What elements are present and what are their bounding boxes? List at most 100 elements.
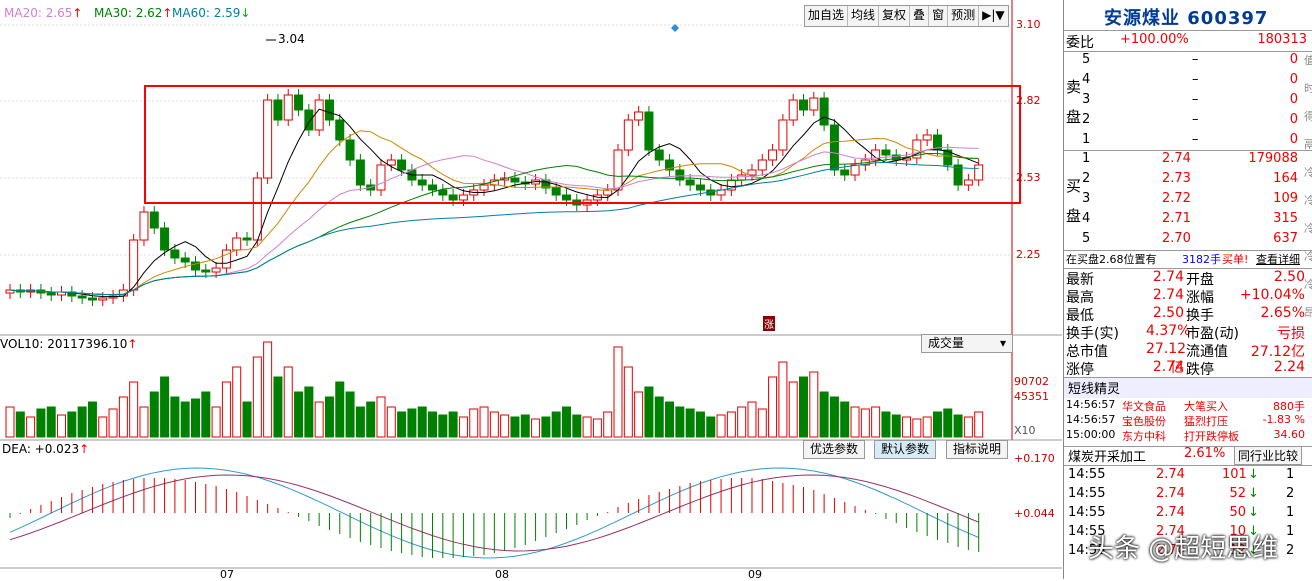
- volume-bar: [799, 376, 809, 438]
- candle-body: [510, 177, 520, 183]
- macd-tick: +0.044: [1014, 507, 1055, 520]
- volume-bar: [180, 401, 190, 438]
- volume-bar: [778, 361, 788, 438]
- volume-bar: [108, 408, 118, 438]
- candle-body: [335, 119, 345, 141]
- right-tab[interactable]: 时: [1304, 80, 1312, 96]
- candle-body: [397, 159, 407, 171]
- kline-chart-svg[interactable]: [0, 0, 1062, 579]
- candle-body: [170, 249, 180, 259]
- sell-level-row: 3–0: [1082, 92, 1298, 107]
- stat-row: 总市值 27.12亿 流通值 27.12亿: [1066, 341, 1305, 376]
- default-params-button[interactable]: 默认参数: [874, 440, 937, 459]
- volume-bar: [902, 416, 912, 438]
- stat-row: 换手(实) 4.37% 市盈(动) 亏损: [1066, 323, 1305, 342]
- x-tick: 07: [220, 568, 234, 581]
- peak-price-label: 3.04: [278, 32, 305, 46]
- volume-bar: [891, 414, 901, 438]
- right-tab[interactable]: 冷: [1304, 248, 1312, 264]
- volume-bar: [737, 406, 747, 438]
- volume-bar: [489, 411, 499, 438]
- right-tab[interactable]: 昂: [1304, 304, 1312, 320]
- buy-level-row: 3 2.72 109: [1082, 191, 1298, 206]
- sprite-row[interactable]: 15:00:00 东方中科 打开跌停板 34.60: [1064, 428, 1312, 448]
- right-tab[interactable]: 冷: [1304, 220, 1312, 236]
- add-watchlist-button[interactable]: 加自选: [805, 6, 849, 26]
- volume-bar: [695, 411, 705, 438]
- candle-body: [438, 189, 448, 196]
- overlay-button[interactable]: 叠: [910, 6, 930, 26]
- vol-tick: 45351: [1014, 390, 1049, 403]
- volume-bar: [819, 391, 829, 438]
- volume-bar: [613, 346, 623, 438]
- candle-body: [324, 99, 334, 121]
- sector-row: 煤炭开采加工 2.61% 同行业比较: [1064, 446, 1312, 466]
- volume-bar: [211, 406, 221, 438]
- quote-side-panel: 安源煤业 600397 委比 +100.00% 180313 卖盘 5–0 4–0…: [1063, 0, 1312, 579]
- more-menu-button[interactable]: ▶|▼: [979, 6, 1008, 26]
- volume-bar: [26, 416, 36, 438]
- volume-bar: [273, 376, 283, 438]
- volume-bar: [386, 406, 396, 438]
- volume-bar: [417, 406, 427, 438]
- candle-body: [551, 187, 561, 196]
- candle-body: [46, 292, 56, 296]
- x-tick: 09: [748, 568, 762, 581]
- macd-tick: +0.170: [1014, 452, 1055, 465]
- volume-bar: [458, 416, 468, 438]
- volume-bar: [438, 414, 448, 438]
- view-detail-link[interactable]: 查看详细: [1256, 251, 1300, 267]
- kline-chart-area[interactable]: MA20: 2.65↑ MA30: 2.62↑ MA60: 2.59↓ 加自选 …: [0, 0, 1062, 581]
- volume-dropdown[interactable]: 成交量 ▾: [921, 334, 1013, 353]
- right-tab[interactable]: 值: [1304, 52, 1312, 68]
- right-tab[interactable]: 鬲: [1304, 136, 1312, 152]
- candle-body: [242, 237, 252, 241]
- volume-bar: [932, 411, 942, 438]
- volume-bar: [634, 391, 644, 438]
- candle-body: [778, 119, 788, 151]
- stat-row: 最新 2.74 开盘 2.50: [1066, 269, 1305, 288]
- volume-bar: [5, 406, 15, 438]
- macd-legend: DEA: +0.023↑: [2, 442, 90, 456]
- volume-bar: [283, 366, 293, 438]
- down-arrow-icon: ↓: [1248, 467, 1259, 482]
- volume-bar: [46, 406, 56, 438]
- indicator-help-button[interactable]: 指标说明: [946, 440, 1009, 459]
- candle-body: [479, 184, 489, 191]
- volume-bar: [520, 414, 530, 438]
- volume-bar: [541, 416, 551, 438]
- right-tab[interactable]: 冷: [1304, 164, 1312, 180]
- volume-bar: [531, 418, 541, 438]
- watermark: 头条 @超短思维: [1088, 534, 1279, 564]
- volume-bar: [716, 414, 726, 438]
- candle-body: [252, 177, 262, 241]
- adjust-button[interactable]: 复权: [879, 6, 911, 26]
- volume-bar: [36, 408, 46, 438]
- volume-bar: [582, 416, 592, 438]
- right-tab[interactable]: 冷: [1304, 192, 1312, 208]
- forecast-button[interactable]: 预测: [948, 6, 980, 26]
- volume-bar: [129, 381, 139, 438]
- volume-bar: [706, 416, 716, 438]
- volume-bar: [675, 406, 685, 438]
- right-tab[interactable]: 冷: [1304, 276, 1312, 292]
- sell-level-row: 4–0: [1082, 72, 1298, 87]
- volume-bar: [294, 391, 304, 438]
- ma-button[interactable]: 均线: [848, 6, 880, 26]
- sell-label: 卖盘: [1066, 78, 1082, 126]
- down-arrow-icon: ↓: [1248, 486, 1259, 501]
- candle-body: [634, 111, 644, 121]
- volume-bar: [98, 416, 108, 438]
- candle-body: [294, 94, 304, 111]
- volume-bar: [871, 406, 881, 438]
- candle-body: [263, 99, 273, 179]
- volume-bar: [757, 408, 767, 438]
- window-button[interactable]: 窗: [929, 6, 949, 26]
- ma30-label: MA30: 2.62↑: [94, 6, 173, 20]
- candle-body: [850, 164, 860, 176]
- candle-body: [819, 97, 829, 126]
- peer-compare-button[interactable]: 同行业比较: [1234, 446, 1303, 465]
- optimize-params-button[interactable]: 优选参数: [803, 440, 866, 459]
- right-tab[interactable]: 得: [1304, 108, 1312, 124]
- candle-body: [160, 227, 170, 251]
